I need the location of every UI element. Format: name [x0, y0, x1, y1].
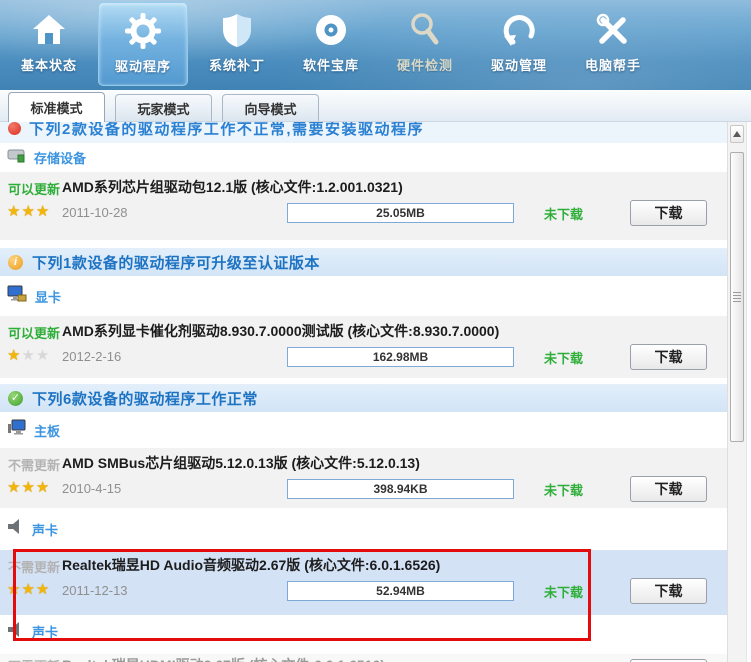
- scrollbar-thumb[interactable]: [730, 152, 744, 442]
- file-size-box: 398.94KB: [287, 479, 514, 499]
- driver-row[interactable]: 不需更新 AMD SMBus芯片组驱动5.12.0.13版 (核心文件:5.12…: [0, 448, 727, 508]
- scroll-up-button[interactable]: [730, 125, 744, 143]
- toolbar-label: 系统补丁: [208, 58, 265, 73]
- category-label: 主板: [34, 423, 61, 439]
- driver-row[interactable]: 可以更新 AMD系列芯片组驱动包12.1版 (核心文件:1.2.001.0321…: [0, 172, 727, 240]
- magnifier-icon: [406, 2, 444, 52]
- storage-device-icon: [7, 147, 26, 168]
- file-size-box: 25.05MB: [287, 203, 514, 223]
- motherboard-icon: [7, 419, 26, 441]
- gear-icon: [124, 3, 162, 53]
- status-label: 不需更新: [8, 560, 61, 575]
- toolbar-label: 硬件检测: [396, 58, 453, 73]
- file-size-box: 162.98MB: [287, 347, 514, 367]
- driver-name: AMD系列显卡催化剂驱动8.930.7.0000测试版 (核心文件:8.930.…: [62, 323, 500, 339]
- download-button[interactable]: 下载: [630, 476, 707, 502]
- status-label: 可以更新: [8, 182, 61, 197]
- section-title: 下列2款设备的驱动程序工作不正常,需要安装驱动程序: [29, 122, 425, 138]
- toolbar-label: 电脑帮手: [584, 58, 641, 73]
- toolbar-item-driver-manage[interactable]: 驱动管理: [474, 2, 564, 86]
- toolbar-item-basic-status[interactable]: 基本状态: [4, 2, 94, 86]
- driver-row-highlighted[interactable]: 不需更新 Realtek瑞昱HD Audio音频驱动2.67版 (核心文件:6.…: [0, 550, 727, 615]
- download-state: 未下载: [544, 351, 584, 366]
- category-label: 显卡: [35, 289, 62, 305]
- category-storage-device: 存储设备: [0, 143, 727, 172]
- star-rating: ★★★: [7, 203, 51, 220]
- tab-player-mode[interactable]: 玩家模式: [115, 94, 212, 121]
- category-sound-card: 声卡: [0, 615, 727, 648]
- release-date: 2012-2-16: [62, 349, 122, 364]
- section-title: 下列1款设备的驱动程序可升级至认证版本: [32, 254, 320, 272]
- driver-name: AMD SMBus芯片组驱动5.12.0.13版 (核心文件:5.12.0.13…: [62, 455, 420, 471]
- driver-row[interactable]: 可以更新 AMD系列显卡催化剂驱动8.930.7.0000测试版 (核心文件:8…: [0, 316, 727, 378]
- tab-standard-mode[interactable]: 标准模式: [8, 92, 105, 122]
- toolbar-item-pc-helper[interactable]: 电脑帮手: [568, 2, 658, 86]
- file-size-box: 52.94MB: [287, 581, 514, 601]
- section-title: 下列6款设备的驱动程序工作正常: [32, 390, 258, 408]
- vertical-scrollbar[interactable]: [727, 122, 747, 662]
- tools-icon: [594, 2, 632, 52]
- disc-icon: [312, 2, 350, 52]
- toolbar-label: 软件宝库: [302, 58, 359, 73]
- section-header-working-normal: ✓ 下列6款设备的驱动程序工作正常: [0, 384, 727, 412]
- toolbar-label: 驱动程序: [114, 59, 171, 74]
- star-rating: ★★★: [7, 479, 51, 496]
- star-rating: ★★★: [7, 347, 51, 364]
- status-label: 不需更新: [8, 656, 60, 662]
- driver-name: Realtek瑞昱HDMI驱动2.67版 (核心文件:6.0.1.6516): [62, 655, 385, 662]
- driver-app-window: 基本状态 驱动程序 系统补丁 软件宝库 硬件检测 驱动管理 电脑帮手 标准模式 …: [0, 0, 751, 662]
- release-date: 2011-12-13: [62, 583, 128, 598]
- toolbar-label: 基本状态: [20, 58, 77, 73]
- download-button[interactable]: 下载: [630, 578, 707, 604]
- tab-wizard-mode[interactable]: 向导模式: [222, 94, 319, 121]
- section-header-clipped: 下列2款设备的驱动程序工作不正常,需要安装驱动程序: [0, 122, 727, 143]
- refresh-icon: [500, 2, 538, 52]
- star-rating: ★★★: [7, 581, 51, 598]
- graphics-card-icon: [7, 285, 27, 307]
- download-button[interactable]: 下载: [630, 200, 707, 226]
- release-date: 2010-4-15: [62, 481, 122, 496]
- driver-name: AMD系列芯片组驱动包12.1版 (核心文件:1.2.001.0321): [62, 179, 403, 195]
- status-label: 可以更新: [8, 326, 61, 341]
- download-state: 未下载: [544, 483, 584, 498]
- shield-icon: [218, 2, 256, 52]
- mode-tabbar: 标准模式 玩家模式 向导模式: [0, 90, 751, 122]
- category-sound-card: 声卡: [0, 508, 727, 550]
- main-toolbar: 基本状态 驱动程序 系统补丁 软件宝库 硬件检测 驱动管理 电脑帮手: [0, 0, 751, 90]
- download-button[interactable]: 下载: [630, 344, 707, 370]
- toolbar-item-system-patches[interactable]: 系统补丁: [192, 2, 282, 86]
- category-label: 声卡: [32, 625, 59, 640]
- section-header-upgradeable: i 下列1款设备的驱动程序可升级至认证版本: [0, 248, 727, 276]
- driver-list: 下列2款设备的驱动程序工作不正常,需要安装驱动程序 存储设备 可以更新 AMD系…: [0, 122, 727, 662]
- status-label: 不需更新: [8, 458, 61, 473]
- download-state: 未下载: [544, 585, 584, 600]
- red-dot-icon: [8, 122, 21, 135]
- category-label: 声卡: [32, 522, 59, 538]
- up-arrow-icon: [733, 131, 741, 137]
- driver-name: Realtek瑞昱HD Audio音频驱动2.67版 (核心文件:6.0.1.6…: [62, 557, 441, 573]
- toolbar-item-software-library[interactable]: 软件宝库: [286, 2, 376, 86]
- toolbar-item-drivers[interactable]: 驱动程序: [98, 2, 188, 86]
- sound-card-icon: [7, 518, 24, 540]
- check-icon: ✓: [8, 390, 23, 406]
- info-icon: i: [8, 254, 23, 270]
- category-label: 存储设备: [34, 151, 87, 166]
- download-state: 未下载: [544, 207, 584, 222]
- category-motherboard: 主板: [0, 412, 727, 448]
- toolbar-item-hardware-detect[interactable]: 硬件检测: [380, 2, 470, 86]
- release-date: 2011-10-28: [62, 205, 128, 220]
- home-icon: [30, 2, 68, 52]
- sound-card-icon: [7, 621, 24, 643]
- category-graphics-card: 显卡: [0, 276, 727, 316]
- toolbar-label: 驱动管理: [490, 58, 547, 73]
- driver-row-clipped[interactable]: 不需更新 Realtek瑞昱HDMI驱动2.67版 (核心文件:6.0.1.65…: [0, 654, 727, 662]
